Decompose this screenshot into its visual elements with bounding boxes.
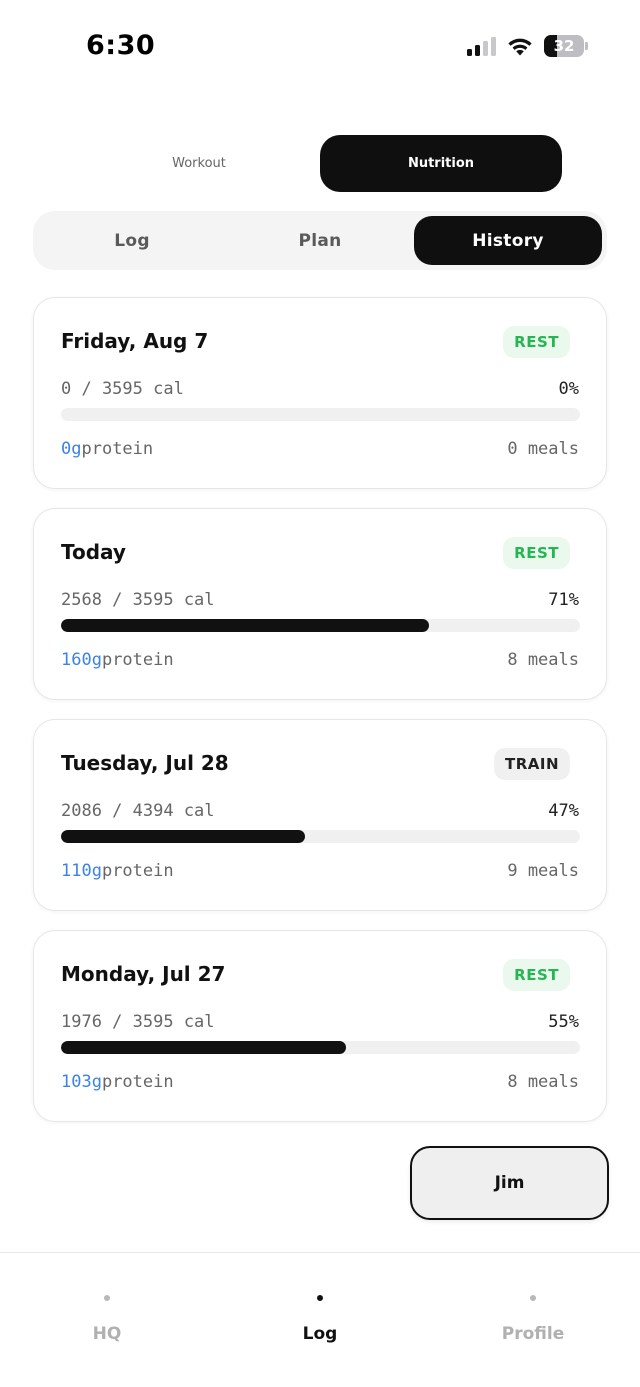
calories-percent: 0% [558, 379, 579, 399]
battery-icon: 32 [544, 35, 588, 57]
history-card[interactable]: Today REST 2568 / 3595 cal 71% 160gprote… [33, 508, 607, 700]
card-date: Monday, Jul 27 [61, 962, 226, 986]
calories-text: 2086 / 4394 cal [61, 801, 215, 821]
status-icons: 32 [467, 35, 588, 57]
status-bar: 6:30 32 [0, 0, 640, 96]
toggle-nutrition[interactable]: Nutrition [320, 135, 562, 192]
history-card[interactable]: Friday, Aug 7 REST 0 / 3595 cal 0% 0gpro… [33, 297, 607, 489]
status-time: 6:30 [86, 30, 156, 61]
protein-text: 160gprotein [61, 650, 174, 670]
workout-nutrition-toggle: Workout Nutrition [78, 135, 562, 192]
battery-level-text: 32 [553, 37, 575, 55]
calories-text: 1976 / 3595 cal [61, 1012, 215, 1032]
cellular-signal-icon [467, 36, 496, 56]
tab-history[interactable]: History [414, 216, 602, 265]
nav-item-profile[interactable]: Profile [463, 1253, 603, 1363]
calories-text: 0 / 3595 cal [61, 379, 184, 399]
nav-indicator-dot [317, 1295, 323, 1301]
meals-count: 8 meals [507, 650, 579, 670]
protein-value: 0g [61, 439, 82, 459]
nav-label: Log [302, 1324, 338, 1344]
calories-progress-bar [61, 619, 580, 632]
card-date: Tuesday, Jul 28 [61, 751, 229, 775]
calories-percent: 47% [548, 801, 579, 821]
calories-progress-bar [61, 408, 580, 421]
toggle-workout[interactable]: Workout [78, 135, 320, 192]
history-card[interactable]: Tuesday, Jul 28 TRAIN 2086 / 4394 cal 47… [33, 719, 607, 911]
calories-percent: 71% [548, 590, 579, 610]
calories-percent: 55% [548, 1012, 579, 1032]
nav-label: HQ [92, 1324, 122, 1344]
nav-item-hq[interactable]: HQ [37, 1253, 177, 1363]
card-date: Today [61, 540, 126, 564]
protein-text: 110gprotein [61, 861, 174, 881]
protein-value: 160g [61, 650, 102, 670]
day-type-badge: TRAIN [493, 748, 570, 780]
jim-button[interactable]: Jim [410, 1146, 609, 1220]
day-type-badge: REST [503, 959, 570, 991]
nav-indicator-dot [104, 1295, 110, 1301]
meals-count: 8 meals [507, 1072, 579, 1092]
sub-tabs: Log Plan History [33, 211, 607, 270]
wifi-icon [508, 38, 532, 56]
calories-progress-fill [61, 619, 430, 632]
nav-item-log[interactable]: Log [250, 1253, 390, 1363]
meals-count: 9 meals [507, 861, 579, 881]
calories-progress-bar [61, 830, 580, 843]
tab-log[interactable]: Log [38, 216, 226, 265]
protein-value: 103g [61, 1072, 102, 1092]
protein-label: protein [101, 650, 174, 670]
day-type-badge: REST [503, 326, 570, 358]
card-date: Friday, Aug 7 [61, 329, 209, 353]
protein-label: protein [101, 1072, 174, 1092]
meals-count: 0 meals [507, 439, 579, 459]
protein-text: 0gprotein [61, 439, 153, 459]
tab-plan[interactable]: Plan [226, 216, 414, 265]
protein-value: 110g [61, 861, 102, 881]
protein-text: 103gprotein [61, 1072, 174, 1092]
day-type-badge: REST [503, 537, 570, 569]
history-card[interactable]: Monday, Jul 27 REST 1976 / 3595 cal 55% … [33, 930, 607, 1122]
nav-indicator-dot [530, 1295, 536, 1301]
protein-label: protein [81, 439, 154, 459]
bottom-nav: HQ Log Profile [0, 1252, 640, 1387]
protein-label: protein [101, 861, 174, 881]
nav-label: Profile [501, 1324, 565, 1344]
calories-text: 2568 / 3595 cal [61, 590, 215, 610]
calories-progress-bar [61, 1041, 580, 1054]
calories-progress-fill [61, 1041, 347, 1054]
calories-progress-fill [61, 830, 305, 843]
